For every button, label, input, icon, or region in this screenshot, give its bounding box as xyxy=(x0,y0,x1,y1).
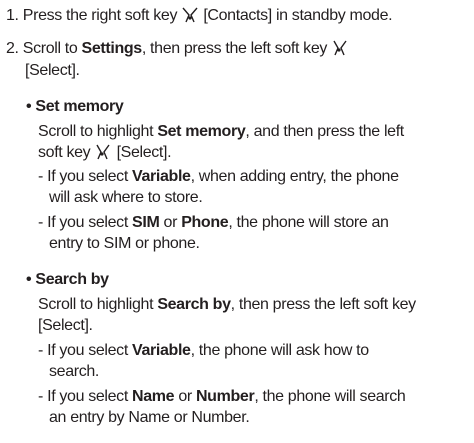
list-item-line-2: search. xyxy=(49,363,100,380)
step-text: Press the right soft key xyxy=(22,7,178,24)
step-2: 2. Scroll to Settings, then press the le… xyxy=(6,39,349,59)
desc-text: [Select]. xyxy=(116,144,172,161)
desc-text: Scroll to highlight xyxy=(38,123,154,140)
item-text: or xyxy=(163,214,178,231)
list-item: - If you select SIM or Phone, the phone … xyxy=(38,213,389,233)
step-bold-term: Settings xyxy=(81,40,143,57)
item-bold: SIM xyxy=(132,214,160,231)
item-text: If you select xyxy=(47,388,128,405)
dash: - xyxy=(38,342,43,359)
list-item-line-2: entry to SIM or phone. xyxy=(49,235,200,252)
section-heading: Search by xyxy=(35,271,109,288)
step-1: 1. Press the right soft key [Contacts] i… xyxy=(6,6,393,26)
step-text: , then press the left soft key xyxy=(141,40,328,57)
dash: - xyxy=(38,388,43,405)
list-item: - If you select Variable, the phone will… xyxy=(38,341,369,361)
bullet: • xyxy=(26,98,32,115)
section-desc-line-2: [Select]. xyxy=(38,317,93,334)
dash: - xyxy=(38,168,43,185)
list-item: - If you select Variable, when adding en… xyxy=(38,167,399,187)
step-number: 1. xyxy=(6,7,19,24)
item-bold: Number xyxy=(195,388,255,405)
desc-text: , and then press the left xyxy=(245,123,404,140)
desc-text: , then press the left soft key xyxy=(230,296,417,313)
left-soft-key-icon xyxy=(331,39,349,57)
step-text-after: [Contacts] in standby mode. xyxy=(203,7,393,24)
step-2-line-2: [Select]. xyxy=(25,62,80,79)
right-soft-key-icon xyxy=(181,6,199,24)
bullet: • xyxy=(26,271,32,288)
item-text: If you select xyxy=(47,168,128,185)
item-text: , the phone will store an xyxy=(228,214,389,231)
section-desc-line-2: soft key [Select]. xyxy=(38,143,172,163)
step-text: Scroll to xyxy=(22,40,78,57)
list-item: - If you select Name or Number, the phon… xyxy=(38,387,406,407)
section-heading-set-memory: • Set memory xyxy=(26,97,124,117)
left-soft-key-icon xyxy=(94,143,112,161)
section-desc-line-1: Scroll to highlight Search by, then pres… xyxy=(38,295,416,315)
dash: - xyxy=(38,214,43,231)
item-text: If you select xyxy=(47,342,128,359)
item-text: , the phone will ask how to xyxy=(190,342,370,359)
item-bold: Variable xyxy=(132,168,191,185)
list-item-line-2: will ask where to store. xyxy=(49,189,203,206)
step-number: 2. xyxy=(6,40,19,57)
manual-page: 1. Press the right soft key [Contacts] i… xyxy=(0,0,474,443)
item-bold: Name xyxy=(132,388,175,405)
list-item-line-2: an entry by Name or Number. xyxy=(49,409,250,426)
desc-bold: Set memory xyxy=(157,123,246,140)
item-bold: Phone xyxy=(181,214,229,231)
item-text: If you select xyxy=(47,214,128,231)
item-text: , when adding entry, the phone xyxy=(190,168,399,185)
item-text: or xyxy=(178,388,192,405)
desc-bold: Search by xyxy=(157,296,231,313)
section-desc-line-1: Scroll to highlight Set memory, and then… xyxy=(38,122,404,142)
desc-text: Scroll to highlight xyxy=(38,296,154,313)
section-heading-search-by: • Search by xyxy=(26,270,109,290)
item-text: , the phone will search xyxy=(254,388,406,405)
item-bold: Variable xyxy=(132,342,191,359)
desc-text: soft key xyxy=(38,144,91,161)
section-heading: Set memory xyxy=(35,98,124,115)
